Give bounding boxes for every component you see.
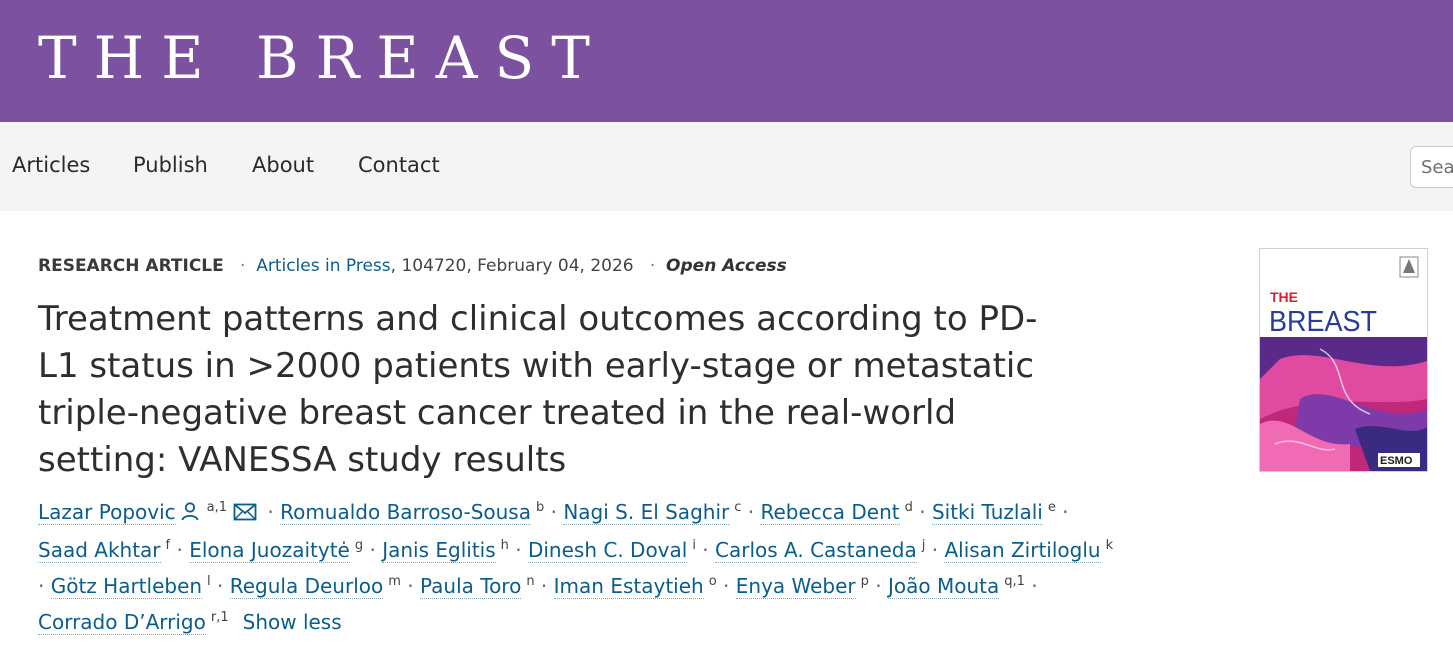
- author-separator: ·: [741, 500, 761, 524]
- masthead: THE BREAST: [0, 0, 1453, 122]
- affiliation-marker: d: [904, 500, 913, 516]
- article-title: Treatment patterns and clinical outcomes…: [38, 299, 1038, 480]
- search-input[interactable]: [1411, 147, 1453, 187]
- affiliation-marker: m: [388, 573, 401, 589]
- author-link[interactable]: Dinesh C. Doval: [527, 537, 688, 563]
- author-link[interactable]: Iman Estaytieh: [553, 573, 704, 599]
- author-link[interactable]: João Mouta: [888, 573, 1000, 599]
- esmo-logo-icon: ESMO: [1378, 453, 1420, 467]
- meta-separator: ·: [229, 256, 257, 276]
- affiliation-marker: p: [860, 573, 869, 589]
- nav-articles[interactable]: Articles: [12, 151, 90, 179]
- article-details: , 104720, February 04, 2026: [390, 256, 634, 276]
- author-link[interactable]: Nagi S. El Saghir: [563, 500, 730, 525]
- author-separator: ·: [1055, 500, 1069, 524]
- affiliation-marker: o: [708, 573, 717, 589]
- author-separator: ·: [868, 573, 888, 598]
- elsevier-logo-icon: [1399, 256, 1419, 278]
- author-link[interactable]: Paula Toro: [419, 573, 522, 599]
- author-link[interactable]: Rebecca Dent: [760, 500, 900, 525]
- affiliation-marker: k: [1105, 537, 1114, 553]
- nav-contact[interactable]: Contact: [358, 151, 440, 179]
- author-separator: ·: [1024, 573, 1038, 598]
- cover-artwork: THE BREAST ESMO: [1260, 249, 1427, 471]
- cover-publisher-mark: ESMO: [1380, 455, 1413, 467]
- affiliation-marker: n: [526, 573, 535, 589]
- author-link[interactable]: Janis Eglitis: [382, 537, 496, 563]
- author-separator: ·: [925, 537, 945, 562]
- affiliation-marker: a,1: [206, 500, 228, 516]
- show-less-toggle[interactable]: Show less: [243, 610, 342, 634]
- author-separator: ·: [695, 537, 716, 562]
- author-separator: ·: [38, 573, 51, 598]
- author-list: Lazar Popovic a,1 · Romualdo Barroso-Sous…: [38, 494, 1118, 640]
- open-access-badge: Open Access: [666, 256, 787, 276]
- articles-in-press-link[interactable]: Articles in Press: [256, 256, 390, 276]
- author-separator: ·: [508, 537, 528, 562]
- affiliation-marker: b: [535, 500, 545, 516]
- author-link[interactable]: Elona Juozaitytė: [189, 537, 350, 563]
- author-separator: ·: [716, 573, 736, 598]
- author-link[interactable]: Romualdo Barroso-Sousa: [280, 500, 531, 525]
- author-separator: ·: [261, 500, 281, 524]
- affiliation-marker: h: [500, 537, 509, 553]
- author-separator: ·: [170, 537, 190, 562]
- author-separator: ·: [544, 500, 564, 524]
- main-nav: Articles Publish About Contact: [0, 122, 1453, 211]
- author-separator: ·: [534, 573, 554, 598]
- person-icon[interactable]: [180, 496, 200, 532]
- author-separator: ·: [363, 537, 383, 562]
- nav-about[interactable]: About: [252, 151, 314, 179]
- affiliation-marker: r,1: [210, 609, 229, 625]
- author-link[interactable]: Alisan Zirtiloglu: [944, 537, 1101, 563]
- journal-cover-thumbnail[interactable]: THE BREAST ESMO: [1259, 248, 1428, 472]
- affiliation-marker: q,1: [1004, 573, 1025, 589]
- affiliation-marker: g: [354, 537, 364, 553]
- search-box: [1410, 146, 1453, 188]
- author-link[interactable]: Götz Hartleben: [50, 573, 203, 599]
- author-separator: ·: [912, 500, 932, 524]
- cover-title-line1: THE: [1270, 289, 1298, 305]
- cover-abstract-art: [1260, 337, 1427, 471]
- meta-separator: ·: [639, 256, 667, 276]
- envelope-icon[interactable]: [233, 496, 257, 532]
- author-separator: ·: [210, 573, 230, 598]
- author-link[interactable]: Sitki Tuzlali: [931, 500, 1043, 525]
- author-link[interactable]: Regula Deurloo: [229, 573, 384, 599]
- article-meta: RESEARCH ARTICLE · Articles in Press, 10…: [38, 254, 787, 278]
- author-link[interactable]: Saad Akhtar: [38, 537, 161, 563]
- nav-publish[interactable]: Publish: [133, 151, 208, 179]
- author-link[interactable]: Corrado D’Arrigo: [38, 609, 206, 635]
- affiliation-marker: e: [1047, 500, 1056, 516]
- journal-brand[interactable]: THE BREAST: [38, 24, 607, 92]
- article-type-label: RESEARCH ARTICLE: [38, 256, 224, 276]
- author-separator: ·: [400, 573, 420, 598]
- author-link[interactable]: Enya Weber: [735, 573, 856, 599]
- author-link[interactable]: Lazar Popovic: [38, 500, 176, 525]
- author-link[interactable]: Carlos A. Castaneda: [715, 537, 917, 563]
- cover-title-line2: BREAST: [1269, 306, 1377, 338]
